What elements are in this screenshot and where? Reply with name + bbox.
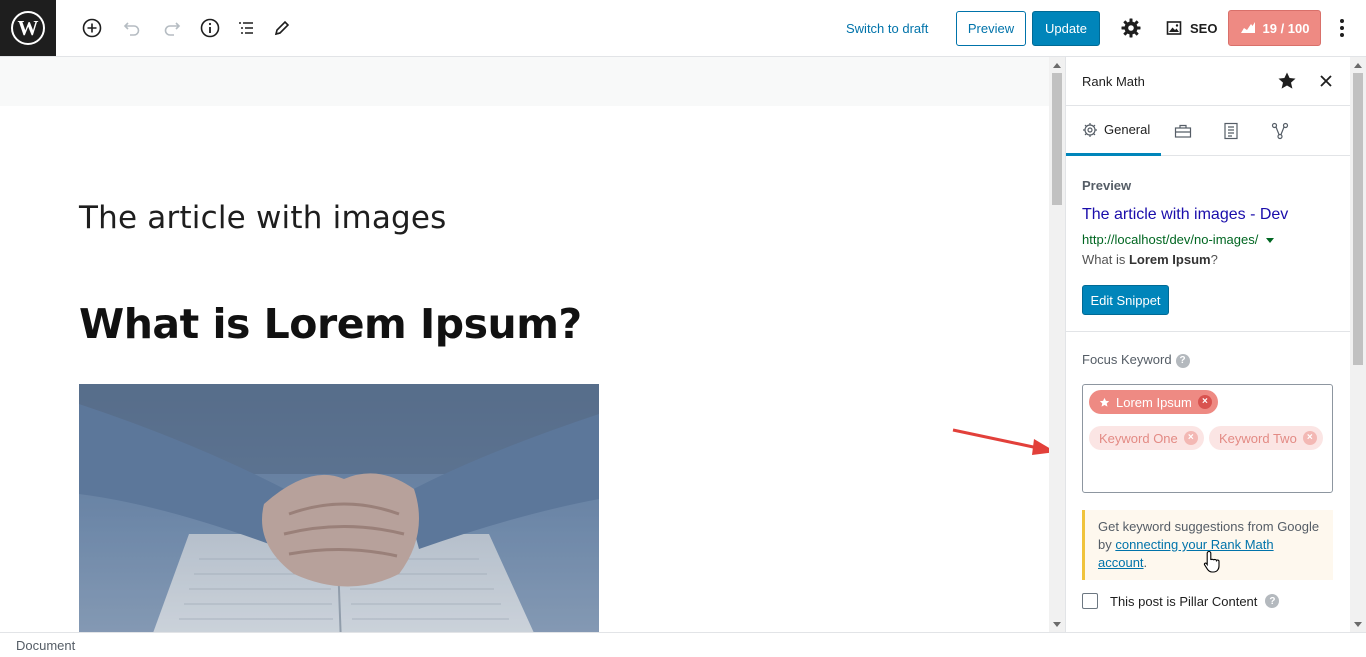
update-button[interactable]: Update [1032, 11, 1100, 46]
wordpress-logo-icon[interactable]: W [0, 0, 56, 56]
keyword-tag[interactable]: Keyword One × [1089, 426, 1204, 450]
post-title[interactable]: The article with images [79, 200, 447, 236]
tab-schema[interactable] [1223, 106, 1239, 156]
breadcrumb-document[interactable]: Document [16, 638, 75, 653]
editor-top-band [0, 57, 1049, 106]
schema-icon [1271, 122, 1289, 140]
edit-icon[interactable] [270, 16, 294, 40]
document-icon [1224, 122, 1238, 140]
keyword-tag[interactable]: Keyword Two × [1209, 426, 1323, 450]
sidebar-tabs: General [1066, 106, 1350, 156]
seo-image-icon [1166, 21, 1182, 35]
editor-toolbar: W Switch to draft Preview Update SEO 19 … [0, 0, 1366, 57]
seo-button[interactable]: SEO [1166, 18, 1217, 38]
snippet-url[interactable]: http://localhost/dev/no-images/ [1082, 232, 1274, 247]
snippet-desc-prefix: What is [1082, 252, 1129, 267]
connect-account-link[interactable]: connecting your Rank Math account [1098, 537, 1274, 570]
remove-keyword-icon[interactable]: × [1183, 431, 1198, 445]
url-dropdown-icon [1265, 238, 1274, 244]
seo-score: 19 / 100 [1262, 20, 1310, 36]
hand-cursor-icon [1203, 550, 1220, 573]
focus-keyword-label: Focus Keyword [1082, 352, 1172, 367]
gear-icon [1083, 122, 1097, 137]
tab-advanced[interactable] [1174, 106, 1192, 156]
preview-section: Preview The article with images - Dev ht… [1066, 156, 1350, 332]
sidebar-scroll-thumb[interactable] [1353, 73, 1363, 365]
tab-social[interactable] [1271, 106, 1289, 156]
close-icon[interactable] [1317, 71, 1335, 91]
snippet-url-text: http://localhost/dev/no-images/ [1082, 232, 1259, 247]
help-icon[interactable]: ? [1265, 594, 1280, 608]
add-block-icon[interactable] [80, 16, 104, 40]
keyword-text: Keyword Two [1219, 430, 1297, 446]
edit-snippet-button[interactable]: Edit Snippet [1082, 285, 1169, 315]
star-icon [1099, 397, 1110, 407]
sidebar-header: Rank Math [1066, 57, 1350, 106]
keyword-text: Keyword One [1099, 430, 1178, 446]
remove-keyword-icon[interactable]: × [1197, 395, 1212, 409]
keyword-text: Lorem Ipsum [1116, 394, 1192, 410]
redo-icon[interactable] [160, 16, 184, 40]
snippet-desc-suffix: ? [1210, 252, 1218, 267]
pillar-content-label: This post is Pillar Content [1110, 593, 1258, 609]
snippet-description[interactable]: What is Lorem Ipsum? [1082, 252, 1218, 267]
focus-keyword-heading: Focus Keyword? [1082, 352, 1190, 368]
notice-end: . [1143, 555, 1148, 570]
tab-general-label: General [1104, 122, 1151, 137]
rank-math-logo-icon [1240, 22, 1255, 33]
svg-text:W: W [18, 16, 39, 40]
toolbox-icon [1174, 124, 1192, 138]
editor-scroll-thumb[interactable] [1052, 73, 1062, 205]
pillar-content-option[interactable]: This post is Pillar Content ? [1082, 593, 1280, 609]
focus-keyword-input[interactable]: Lorem Ipsum × Keyword One × Keyword Two … [1082, 384, 1333, 493]
remove-keyword-icon[interactable]: × [1302, 431, 1317, 445]
settings-gear-icon[interactable] [1119, 16, 1143, 40]
snippet-title[interactable]: The article with images - Dev [1082, 206, 1288, 224]
outline-icon[interactable] [234, 16, 258, 40]
info-icon[interactable] [198, 16, 222, 40]
pin-star-icon[interactable] [1277, 71, 1297, 91]
pillar-content-checkbox[interactable] [1082, 593, 1098, 609]
seo-label: SEO [1190, 20, 1218, 36]
rank-math-score-button[interactable]: 19 / 100 [1228, 10, 1321, 46]
sidebar-title: Rank Math [1082, 74, 1145, 89]
preview-button[interactable]: Preview [956, 11, 1026, 46]
post-heading-block[interactable]: What is Lorem Ipsum? [79, 300, 582, 348]
undo-icon[interactable] [120, 16, 144, 40]
tab-general[interactable]: General [1066, 106, 1161, 156]
keyword-tag-primary[interactable]: Lorem Ipsum × [1089, 390, 1218, 414]
editor-canvas: The article with images What is Lorem Ip… [0, 57, 1049, 632]
editor-scrollbar[interactable] [1049, 57, 1065, 632]
rank-math-sidebar: Rank Math General Preview The article wi… [1065, 57, 1350, 632]
help-icon[interactable]: ? [1175, 353, 1190, 368]
sidebar-scrollbar[interactable] [1350, 57, 1366, 632]
breadcrumb-bar: Document [0, 632, 1366, 657]
preview-label: Preview [1082, 178, 1132, 193]
post-image-block[interactable] [79, 384, 599, 632]
switch-to-draft-link[interactable]: Switch to draft [846, 21, 928, 36]
snippet-desc-keyword: Lorem Ipsum [1128, 252, 1211, 267]
red-arrow-annotation [952, 428, 1049, 455]
more-options-icon[interactable] [1334, 16, 1350, 40]
